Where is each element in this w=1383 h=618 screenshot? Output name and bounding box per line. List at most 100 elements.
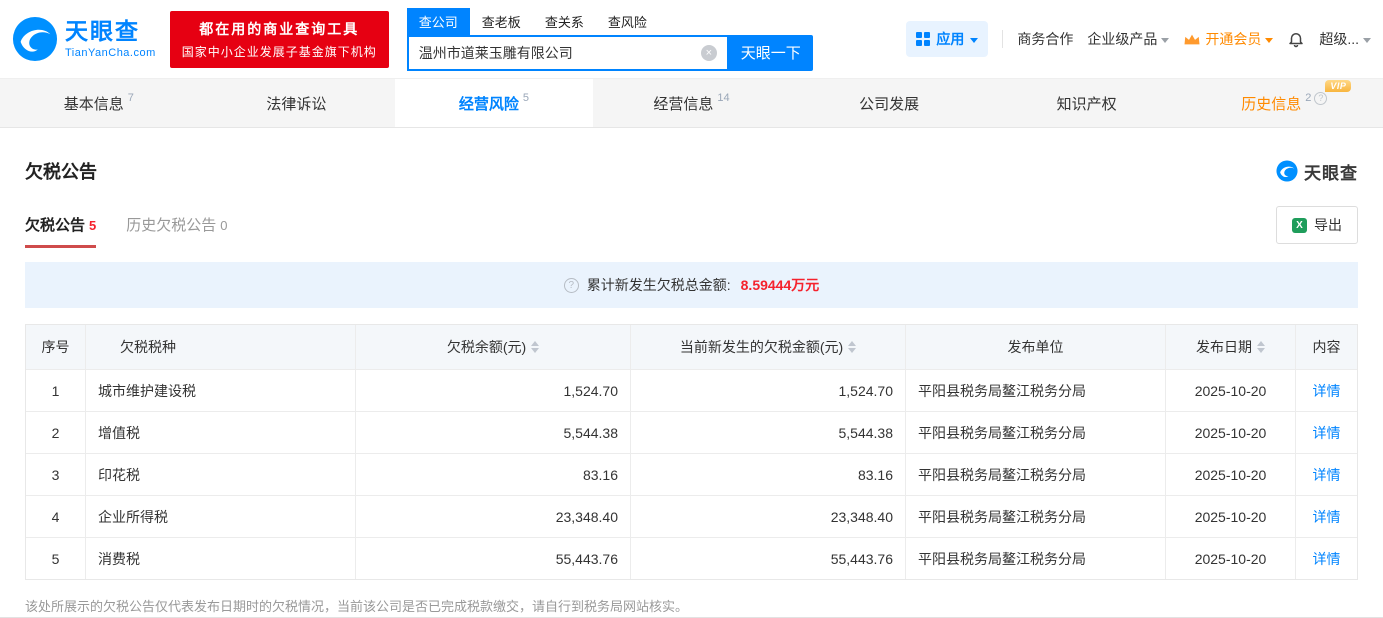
- table-row: 2 增值税 5,544.38 5,544.38 平阳县税务局鳌江税务分局 202…: [26, 411, 1357, 453]
- main-content: 欠税公告 天眼查 欠税公告5 历史欠税公告0 X 导出: [0, 158, 1383, 615]
- chevron-down-icon: [1363, 38, 1371, 47]
- subtab-row: 欠税公告5 历史欠税公告 0 X 导出: [25, 206, 1358, 248]
- col-new-amount[interactable]: 当前新发生的欠税金额(元): [631, 325, 906, 369]
- table-row: 1 城市维护建设税 1,524.70 1,524.70 平阳县税务局鳌江税务分局…: [26, 369, 1357, 411]
- clear-search-icon[interactable]: ×: [701, 45, 717, 61]
- cell-date: 2025-10-20: [1166, 538, 1296, 579]
- detail-link[interactable]: 详情: [1296, 496, 1357, 537]
- tab-history-info[interactable]: 历史信息 2 ? VIP: [1185, 79, 1383, 127]
- crown-icon: [1183, 33, 1201, 46]
- cell-publisher: 平阳县税务局鳌江税务分局: [906, 370, 1166, 411]
- cell-new-amount: 83.16: [631, 454, 906, 495]
- slogan-banner: 都在用的商业查询工具 国家中小企业发展子基金旗下机构: [170, 11, 389, 68]
- cell-new-amount: 55,443.76: [631, 538, 906, 579]
- tianyancha-logo[interactable]: 天眼查 TianYanCha.com: [12, 16, 156, 62]
- sort-icon[interactable]: [848, 341, 856, 353]
- summary-bar: ? 累计新发生欠税总金额: 8.59444万元: [25, 262, 1358, 308]
- summary-label: 累计新发生欠税总金额:: [587, 275, 731, 295]
- tab-company-development[interactable]: 公司发展: [790, 79, 988, 127]
- cell-tax-type: 印花税: [86, 454, 356, 495]
- export-button[interactable]: X 导出: [1276, 206, 1358, 244]
- table-row: 4 企业所得税 23,348.40 23,348.40 平阳县税务局鳌江税务分局…: [26, 495, 1357, 537]
- chevron-down-icon: [1161, 38, 1169, 47]
- detail-link[interactable]: 详情: [1296, 412, 1357, 453]
- company-nav-tabs: 基本信息 7 法律诉讼 经营风险5 经营信息14 公司发展 知识产权 历史信息 2…: [0, 78, 1383, 128]
- search-button[interactable]: 天眼一下: [729, 35, 813, 71]
- search-row: × 天眼一下: [407, 35, 813, 71]
- tab-label: 经营信息: [653, 93, 713, 114]
- chevron-down-icon: [970, 38, 978, 47]
- search-area: 查公司 查老板 查关系 查风险 × 天眼一下: [407, 8, 813, 71]
- cell-date: 2025-10-20: [1166, 454, 1296, 495]
- cell-publisher: 平阳县税务局鳌江税务分局: [906, 454, 1166, 495]
- tax-table: 序号 欠税税种 欠税余额(元) 当前新发生的欠税金额(元) 发布单位 发布日期 …: [25, 324, 1358, 580]
- nav-business-coop[interactable]: 商务合作: [1017, 29, 1073, 49]
- search-input[interactable]: [419, 45, 701, 61]
- col-new-amount-label: 当前新发生的欠税金额(元): [680, 337, 843, 357]
- cell-publisher: 平阳县税务局鳌江税务分局: [906, 412, 1166, 453]
- subtab-history-tax-announcements[interactable]: 历史欠税公告 0: [126, 214, 227, 248]
- cell-new-amount: 23,348.40: [631, 496, 906, 537]
- detail-link[interactable]: 详情: [1296, 370, 1357, 411]
- subtab-tax-announcements[interactable]: 欠税公告5: [25, 214, 96, 248]
- cell-index: 2: [26, 412, 86, 453]
- tianyancha-watermark: 天眼查: [1276, 159, 1358, 184]
- tab-business-info[interactable]: 经营信息14: [593, 79, 791, 127]
- slogan-line-2: 国家中小企业发展子基金旗下机构: [182, 43, 377, 60]
- tab-business-risk[interactable]: 经营风险5: [395, 79, 593, 127]
- disclaimer-text: 该处所展示的欠税公告仅代表发布日期时的欠税情况，当前该公司是否已完成税款缴交，请…: [25, 596, 1358, 615]
- search-tab-relations[interactable]: 查关系: [533, 8, 596, 35]
- tianyancha-watermark-icon: [1276, 160, 1298, 182]
- tab-intellectual-property[interactable]: 知识产权: [988, 79, 1186, 127]
- subtabs: 欠税公告5 历史欠税公告 0: [25, 214, 228, 248]
- notification-bell-icon[interactable]: [1287, 30, 1305, 48]
- table-row: 3 印花税 83.16 83.16 平阳县税务局鳌江税务分局 2025-10-2…: [26, 453, 1357, 495]
- col-balance-label: 欠税余额(元): [447, 337, 526, 357]
- tab-label: 知识产权: [1057, 93, 1117, 114]
- tab-label: 基本信息: [64, 93, 124, 114]
- nav-membership-label: 开通会员: [1205, 29, 1261, 49]
- subtab-count: 5: [89, 218, 96, 233]
- search-tab-risk[interactable]: 查风险: [596, 8, 659, 35]
- tab-count: 7: [128, 92, 134, 104]
- search-tab-company[interactable]: 查公司: [407, 8, 470, 35]
- cell-balance: 1,524.70: [356, 370, 631, 411]
- question-icon: ?: [564, 278, 579, 293]
- cell-tax-type: 企业所得税: [86, 496, 356, 537]
- nav-super-vip[interactable]: 超级...: [1319, 29, 1371, 49]
- logo-brand: 天眼查: [65, 19, 156, 44]
- search-tab-boss[interactable]: 查老板: [470, 8, 533, 35]
- detail-link[interactable]: 详情: [1296, 538, 1357, 579]
- tax-table-body: 1 城市维护建设税 1,524.70 1,524.70 平阳县税务局鳌江税务分局…: [26, 369, 1357, 579]
- cell-date: 2025-10-20: [1166, 496, 1296, 537]
- chevron-down-icon: [1265, 38, 1273, 47]
- col-publish-date[interactable]: 发布日期: [1166, 325, 1296, 369]
- tab-basic-info[interactable]: 基本信息 7: [0, 79, 198, 127]
- question-icon: ?: [1314, 92, 1327, 105]
- col-publisher: 发布单位: [906, 325, 1166, 369]
- table-row: 5 消费税 55,443.76 55,443.76 平阳县税务局鳌江税务分局 2…: [26, 537, 1357, 579]
- cell-new-amount: 1,524.70: [631, 370, 906, 411]
- sort-icon[interactable]: [531, 341, 539, 353]
- nav-enterprise-products[interactable]: 企业级产品: [1087, 29, 1169, 49]
- tab-label: 法律诉讼: [266, 93, 326, 114]
- sort-icon[interactable]: [1257, 341, 1265, 353]
- top-header: 天眼查 TianYanCha.com 都在用的商业查询工具 国家中小企业发展子基…: [0, 0, 1383, 78]
- page: 天眼查 TianYanCha.com 都在用的商业查询工具 国家中小企业发展子基…: [0, 0, 1383, 618]
- col-publish-date-label: 发布日期: [1196, 337, 1252, 357]
- cell-balance: 55,443.76: [356, 538, 631, 579]
- tab-label: 历史信息: [1241, 93, 1301, 114]
- divider: [1002, 30, 1003, 48]
- tab-label: 经营风险: [459, 93, 519, 114]
- tab-legal-proceedings[interactable]: 法律诉讼: [198, 79, 396, 127]
- search-input-box: ×: [407, 35, 729, 71]
- subtab-label: 历史欠税公告: [126, 217, 216, 234]
- col-balance[interactable]: 欠税余额(元): [356, 325, 631, 369]
- apps-grid-icon: [916, 32, 930, 46]
- cell-index: 4: [26, 496, 86, 537]
- nav-open-membership[interactable]: 开通会员: [1183, 29, 1273, 49]
- subtab-count: 0: [220, 218, 227, 233]
- tab-count: 2: [1305, 92, 1311, 104]
- detail-link[interactable]: 详情: [1296, 454, 1357, 495]
- apps-menu[interactable]: 应用: [906, 21, 988, 57]
